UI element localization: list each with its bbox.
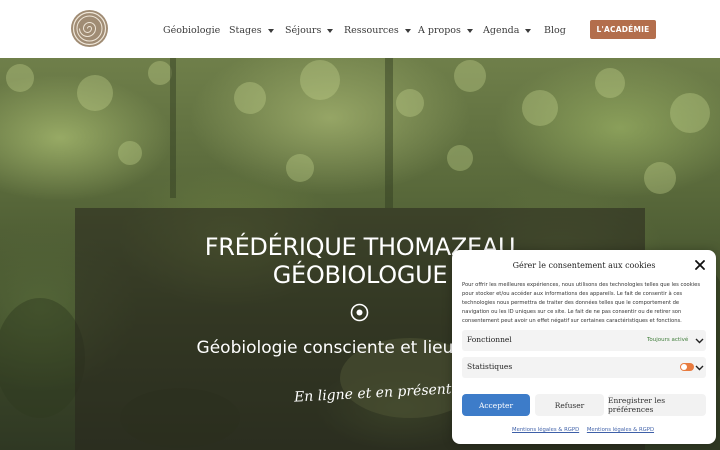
close-icon[interactable] xyxy=(695,260,705,270)
spiral-logo-icon[interactable] xyxy=(71,10,108,47)
legal-notice-link[interactable]: Mentions légales & RGPD xyxy=(512,427,579,433)
cookie-banner-links: Mentions légales & RGPD Mentions légales… xyxy=(512,427,660,433)
nav-item-agenda[interactable]: Agenda xyxy=(483,25,532,36)
nav-item-label: A propos xyxy=(418,25,461,36)
save-preferences-button[interactable]: Enregistrer les préférences xyxy=(608,394,706,416)
nav-item-geobiologie[interactable]: Géobiologie xyxy=(163,25,220,36)
caret-down-icon xyxy=(466,29,473,33)
refuse-button[interactable]: Refuser xyxy=(535,394,604,416)
caret-down-icon xyxy=(525,29,532,33)
cookie-category-label: Fonctionnel xyxy=(467,335,512,344)
cookie-category-status: Toujours activé xyxy=(647,337,689,343)
caret-down-icon xyxy=(404,29,411,33)
target-icon xyxy=(350,303,369,322)
nav-item-ressources[interactable]: Ressources xyxy=(344,25,411,36)
caret-down-icon xyxy=(267,29,274,33)
nav-item-label: Séjours xyxy=(285,25,322,36)
nav-item-label: Blog xyxy=(544,25,566,36)
statistics-toggle[interactable] xyxy=(680,363,694,371)
nav-item-label: Stages xyxy=(229,25,262,36)
legal-notice-link[interactable]: Mentions légales & RGPD xyxy=(587,427,654,433)
nav-item-a-propos[interactable]: A propos xyxy=(418,25,473,36)
chevron-down-icon[interactable] xyxy=(695,336,704,345)
site-header: Géobiologie Stages Séjours Ressources A … xyxy=(0,0,720,58)
nav-item-label: Agenda xyxy=(483,25,520,36)
cookie-banner-title: Gérer le consentement aux cookies xyxy=(512,261,656,270)
nav-item-label: Ressources xyxy=(344,25,399,36)
accept-button[interactable]: Accepter xyxy=(462,394,530,416)
cookie-category-label: Statistiques xyxy=(467,362,513,371)
nav-item-blog[interactable]: Blog xyxy=(544,25,566,36)
caret-down-icon xyxy=(327,29,334,33)
nav-item-sejours[interactable]: Séjours xyxy=(285,25,334,36)
cookie-banner-text: Pour offrir les meilleures expériences, … xyxy=(462,282,701,325)
academie-button[interactable]: L'ACADÉMIE xyxy=(590,20,656,39)
chevron-down-icon[interactable] xyxy=(695,363,704,372)
nav-item-label: Géobiologie xyxy=(163,25,221,36)
nav-item-stages[interactable]: Stages xyxy=(229,25,274,36)
cookie-consent-banner: Gérer le consentement aux cookies Pour o… xyxy=(452,250,716,444)
cookie-category-statistics[interactable]: Statistiques xyxy=(462,357,706,378)
cookie-category-functional[interactable]: Fonctionnel Toujours activé xyxy=(462,330,706,351)
